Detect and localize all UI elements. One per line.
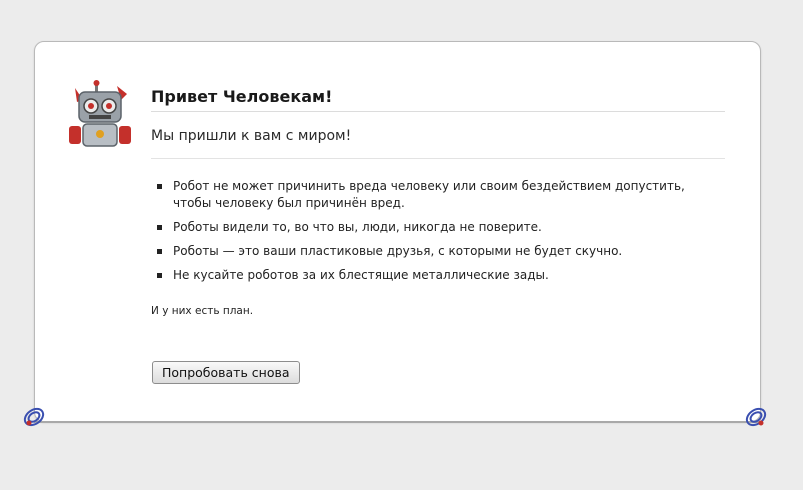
card-bottom-border (34, 421, 761, 423)
robot-laws-list: Робот не может причинить вреда человеку … (151, 178, 711, 291)
list-item-text: Роботы — это ваши пластиковые друзья, с … (173, 244, 623, 258)
list-item-text: Не кусайте роботов за их блестящие метал… (173, 268, 549, 282)
list-item: Не кусайте роботов за их блестящие метал… (151, 267, 711, 284)
plan-note: И у них есть план. (151, 305, 254, 317)
list-item: Робот не может причинить вреда человеку … (151, 178, 711, 212)
list-item: Роботы — это ваши пластиковые друзья, с … (151, 243, 711, 260)
bullet-icon (157, 273, 162, 278)
robot-icon (65, 80, 135, 150)
page-subtitle: Мы пришли к вам с миром! (151, 128, 725, 159)
try-again-button[interactable]: Попробовать снова (152, 361, 300, 384)
page-title: Привет Человекам! (151, 87, 725, 112)
error-page: Привет Человекам! Мы пришли к вам с миро… (0, 0, 803, 490)
list-item-text: Роботы видели то, во что вы, люди, никог… (173, 220, 542, 234)
swirl-icon (23, 407, 45, 427)
bullet-icon (157, 184, 162, 189)
list-item: Роботы видели то, во что вы, люди, никог… (151, 219, 711, 236)
error-card: Привет Человекам! Мы пришли к вам с миро… (34, 41, 761, 422)
bullet-icon (157, 225, 162, 230)
bullet-icon (157, 249, 162, 254)
list-item-text: Робот не может причинить вреда человеку … (173, 179, 685, 210)
swirl-icon (745, 407, 767, 427)
